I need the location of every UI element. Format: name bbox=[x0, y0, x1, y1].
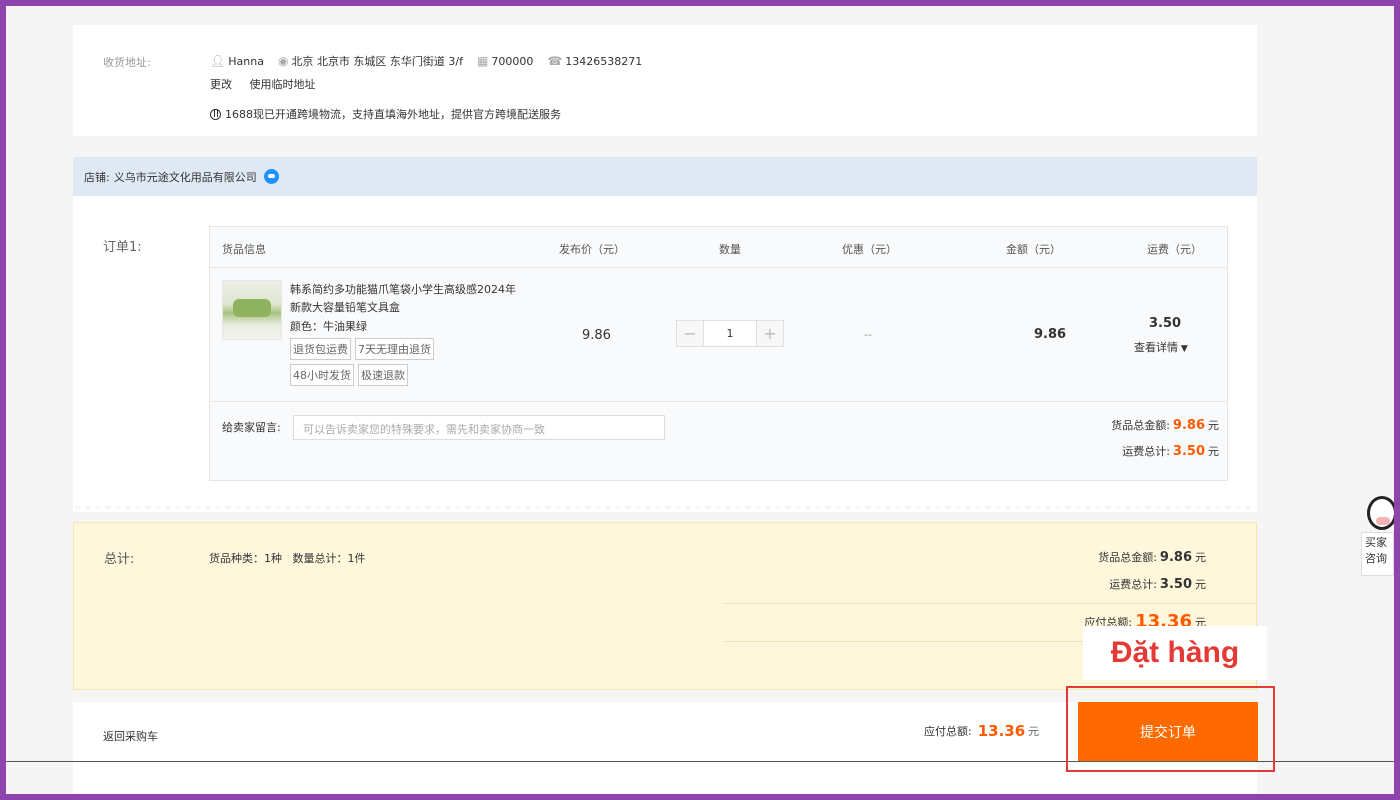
quantity-stepper: − 1 + bbox=[676, 320, 784, 347]
address-line: 👤︎ Hanna ◉ 北京 北京市 东城区 东华门街道 3/f ▦ 700000 ☎ 1… bbox=[210, 53, 656, 69]
product-amount: 9.86 bbox=[1034, 327, 1067, 342]
postcode-icon: ▦ bbox=[476, 54, 489, 68]
address-label: 收货地址: bbox=[103, 56, 151, 69]
total-shipping: 运费总计: 3.50 元 bbox=[1109, 576, 1206, 592]
footer-payable-value: 13.36 bbox=[977, 722, 1026, 740]
order-goods-total: 货品总金额: 9.86 元 bbox=[1111, 417, 1219, 433]
product-price: 9.86 bbox=[582, 328, 611, 343]
change-address-link[interactable]: 更改 bbox=[210, 78, 232, 91]
order-shipping-total-value: 3.50 bbox=[1172, 443, 1205, 459]
crossborder-note: 1688现已开通跨境物流，支持直填海外地址，提供官方跨境配送服务 bbox=[225, 108, 561, 121]
header-amount: 金额（元） bbox=[1006, 243, 1061, 256]
shipping-detail-link[interactable]: 查看详情 ▼ bbox=[1134, 339, 1188, 355]
order-shipping-total: 运费总计: 3.50 元 bbox=[1122, 443, 1219, 459]
location-pin-icon: ◉ bbox=[277, 54, 289, 68]
product-spec: 颜色：牛油果绿 bbox=[290, 320, 367, 333]
order-goods-total-value: 9.86 bbox=[1172, 417, 1205, 433]
footer-payable-unit: 元 bbox=[1028, 725, 1040, 738]
caret-down-icon: ▼ bbox=[1178, 344, 1188, 354]
total-goods-unit: 元 bbox=[1195, 551, 1206, 564]
tag-return-shipping: 退货包运费 bbox=[290, 338, 351, 360]
order-goods-total-unit: 元 bbox=[1208, 419, 1219, 432]
product-discount: -- bbox=[864, 328, 872, 341]
recipient-location: 北京 北京市 东城区 东华门街道 3/f bbox=[291, 55, 463, 68]
footer-payable: 应付总额: 13.36 元 bbox=[924, 722, 1039, 740]
total-goods-value: 9.86 bbox=[1159, 549, 1192, 565]
order-table-header: 货品信息 发布价（元） 数量 优惠（元） 金额（元） 运费（元） bbox=[210, 227, 1227, 268]
quantity-input[interactable]: 1 bbox=[703, 321, 757, 346]
total-section: 总计: 货品种类：1种 数量总计：1件 货品总金额: 9.86 元 运费总计: … bbox=[73, 522, 1257, 690]
globe-icon bbox=[210, 108, 221, 120]
message-label: 给卖家留言: bbox=[222, 421, 281, 434]
product-shipping: 3.50 bbox=[1149, 316, 1182, 331]
back-to-cart-link[interactable]: 返回采购车 bbox=[103, 728, 158, 744]
tag-48h-ship: 48小时发货 bbox=[290, 364, 354, 386]
place-order-callout: Đặt hàng bbox=[1083, 626, 1267, 680]
chat-icon[interactable] bbox=[263, 169, 279, 184]
product-name[interactable]: 韩系简约多功能猫爪笔袋小学生高级感2024年新款大容量铅笔文具盒 bbox=[290, 281, 520, 317]
order-table: 货品信息 发布价（元） 数量 优惠（元） 金额（元） 运费（元） 韩系简约多功能… bbox=[209, 226, 1228, 481]
user-icon: 👤︎ bbox=[210, 54, 226, 68]
checkout-page: 收货地址: 👤︎ Hanna ◉ 北京 北京市 东城区 东华门街道 3/f ▦ 700… bbox=[6, 6, 1394, 794]
cow-mascot-icon bbox=[1367, 496, 1394, 530]
recipient-phone: 13426538271 bbox=[565, 54, 643, 68]
order-shipping-total-label: 运费总计: bbox=[1122, 445, 1170, 458]
shipping-detail-label: 查看详情 bbox=[1134, 341, 1178, 354]
tag-fast-refund: 极速退款 bbox=[358, 364, 408, 386]
header-price: 发布价（元） bbox=[559, 243, 625, 256]
order-goods-total-label: 货品总金额: bbox=[1111, 419, 1170, 432]
recipient-postcode: 700000 bbox=[491, 54, 534, 68]
total-shipping-unit: 元 bbox=[1195, 578, 1206, 591]
total-goods-label: 货品总金额: bbox=[1098, 551, 1157, 564]
total-shipping-label: 运费总计: bbox=[1109, 578, 1157, 591]
header-discount: 优惠（元） bbox=[842, 243, 897, 256]
shop-name[interactable]: 义乌市元途文化用品有限公司 bbox=[114, 169, 257, 185]
product-tags: 退货包运费 7天无理由退货 48小时发货 极速退款 bbox=[290, 338, 450, 386]
wavy-divider bbox=[73, 506, 1257, 516]
total-label: 总计: bbox=[104, 552, 135, 567]
shop-label: 店铺: bbox=[84, 170, 110, 184]
increment-button[interactable]: + bbox=[757, 321, 783, 346]
footer-payable-label: 应付总额: bbox=[924, 725, 972, 738]
total-shipping-value: 3.50 bbox=[1159, 576, 1192, 592]
buyer-consult-widget[interactable]: 买家 咨询 bbox=[1361, 496, 1394, 576]
tag-7day-return: 7天无理由退货 bbox=[355, 338, 434, 360]
recipient-name: Hanna bbox=[228, 54, 264, 68]
temp-address-link[interactable]: 使用临时地址 bbox=[250, 78, 316, 91]
mascot-line2: 咨询 bbox=[1365, 552, 1387, 565]
message-input[interactable]: 可以告诉卖家您的特殊要求，需先和卖家协商一致 bbox=[293, 415, 665, 440]
order-shipping-total-unit: 元 bbox=[1208, 445, 1219, 458]
address-section: 收货地址: 👤︎ Hanna ◉ 北京 北京市 东城区 东华门街道 3/f ▦ 700… bbox=[73, 25, 1257, 136]
order-section: 订单1: 货品信息 发布价（元） 数量 优惠（元） 金额（元） 运费（元） 韩系… bbox=[73, 196, 1257, 512]
product-row: 韩系简约多功能猫爪笔袋小学生高级感2024年新款大容量铅笔文具盒 颜色：牛油果绿… bbox=[210, 268, 1227, 402]
header-shipping: 运费（元） bbox=[1147, 243, 1202, 256]
header-goods: 货品信息 bbox=[222, 243, 266, 256]
total-divider bbox=[724, 603, 1256, 604]
total-goods: 货品总金额: 9.86 元 bbox=[1098, 549, 1206, 565]
shop-bar: 店铺: 义乌市元途文化用品有限公司 bbox=[73, 157, 1257, 196]
phone-icon: ☎ bbox=[547, 54, 563, 68]
decrement-button[interactable]: − bbox=[677, 321, 703, 346]
message-row: 给卖家留言: 可以告诉卖家您的特殊要求，需先和卖家协商一致 货品总金额: 9.8… bbox=[210, 403, 1227, 481]
mascot-line1: 买家 bbox=[1365, 536, 1387, 549]
total-kinds: 货品种类：1种 数量总计：1件 bbox=[209, 552, 366, 565]
highlight-box bbox=[1066, 686, 1275, 772]
header-qty: 数量 bbox=[719, 243, 741, 256]
order-label: 订单1: bbox=[103, 240, 142, 255]
product-thumbnail[interactable] bbox=[222, 280, 282, 340]
